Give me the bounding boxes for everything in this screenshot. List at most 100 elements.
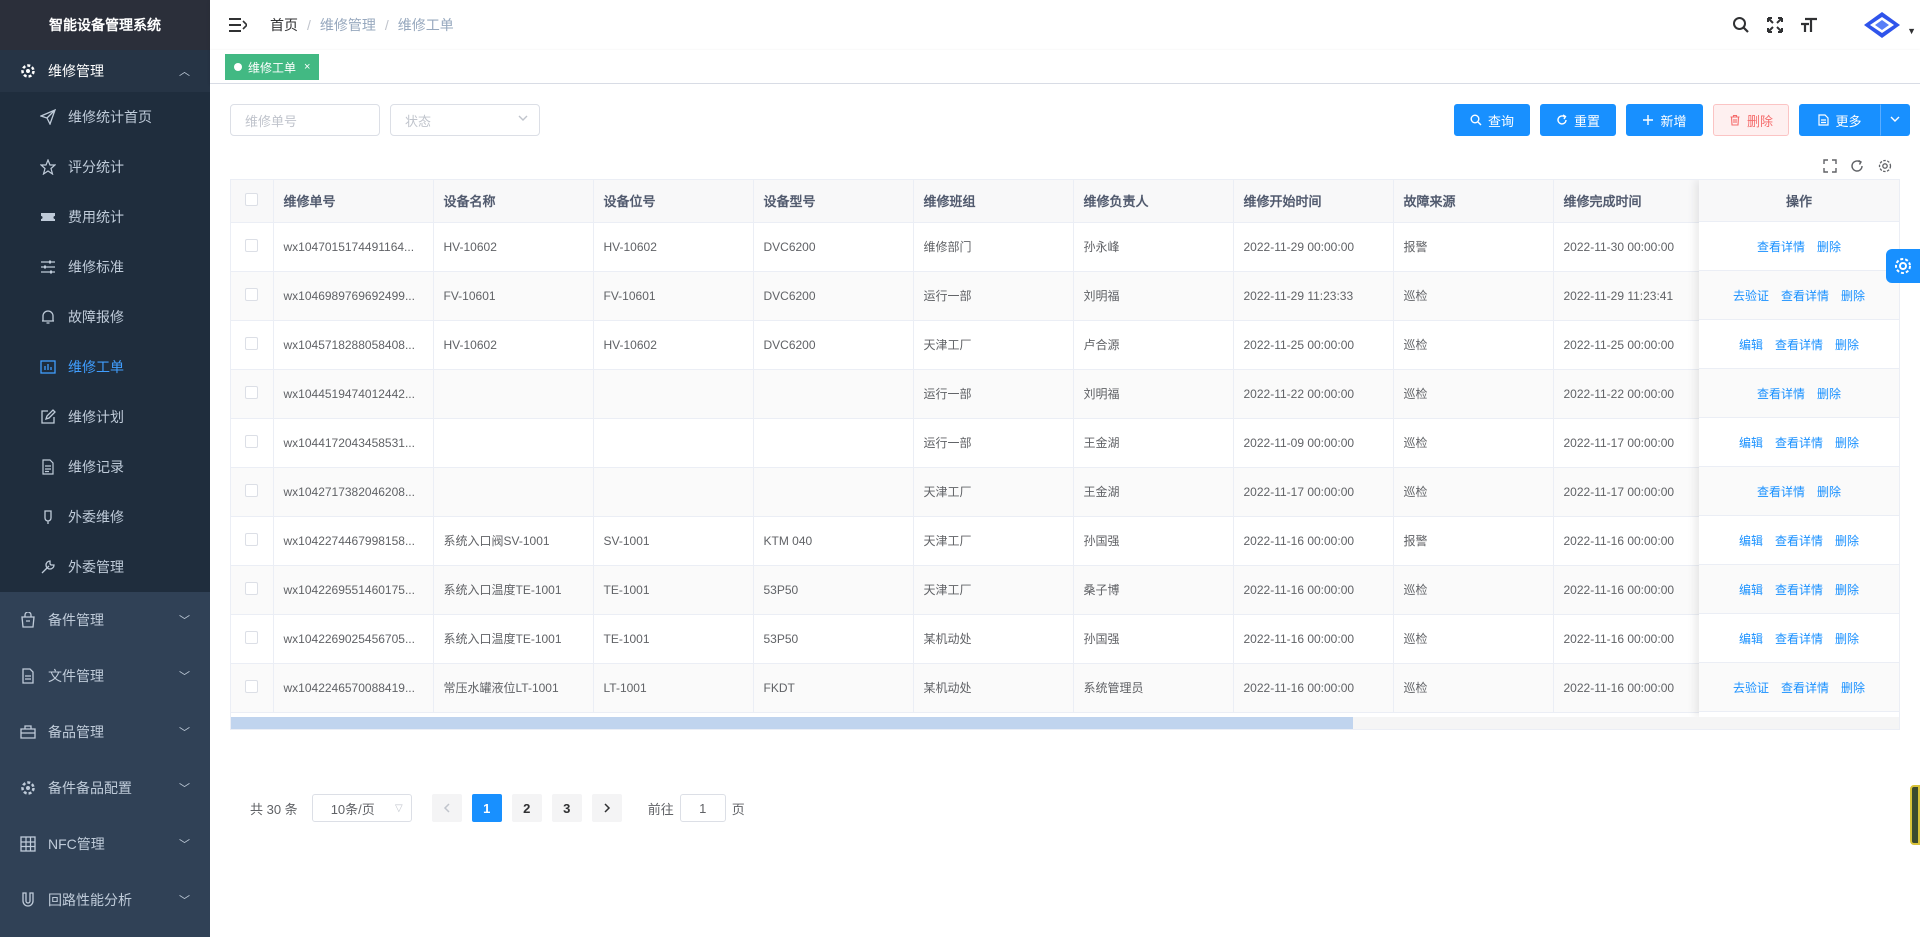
table-row[interactable]: wx1042246570088419... 常压水罐液位LT-1001 LT-100…: [231, 663, 1862, 713]
table-row[interactable]: wx1042269025456705... 系统入口温度TE-1001 TE-100…: [231, 614, 1862, 664]
tag-maintenance-order[interactable]: 维修工单 ×: [225, 54, 320, 80]
view-detail-link[interactable]: 查看详情: [1775, 434, 1823, 451]
delete-link[interactable]: 删除: [1835, 336, 1859, 353]
prev-page-button[interactable]: [431, 794, 462, 822]
row-checkbox[interactable]: [245, 630, 259, 644]
row-checkbox[interactable]: [245, 434, 259, 448]
close-icon[interactable]: ×: [304, 61, 310, 73]
more-dropdown-button[interactable]: [1880, 104, 1910, 136]
more-button[interactable]: 更多: [1799, 104, 1881, 136]
delete-link[interactable]: 删除: [1835, 630, 1859, 647]
view-detail-link[interactable]: 查看详情: [1775, 336, 1823, 353]
page-size-select[interactable]: 10条/页 ▽: [311, 794, 412, 822]
fullscreen-icon[interactable]: [1821, 157, 1839, 175]
menu-group-5[interactable]: 回路性能分析 ﹀: [0, 872, 210, 928]
sidebar-item-6[interactable]: 维修计划: [0, 392, 210, 442]
verify-link[interactable]: 去验证: [1733, 287, 1769, 304]
menu-group-1[interactable]: 文件管理 ﹀: [0, 648, 210, 704]
refresh-icon[interactable]: [1848, 157, 1866, 175]
view-detail-link[interactable]: 查看详情: [1757, 385, 1805, 402]
view-detail-link[interactable]: 查看详情: [1775, 532, 1823, 549]
delete-link[interactable]: 删除: [1835, 532, 1859, 549]
reset-button[interactable]: 重置: [1540, 104, 1616, 136]
view-detail-link[interactable]: 查看详情: [1775, 581, 1823, 598]
fullscreen-icon[interactable]: [1758, 0, 1792, 50]
table-row[interactable]: wx1044519474012442... 运行一部 刘明福 2022-11-22 0…: [231, 369, 1862, 419]
table-row[interactable]: wx1045718288058408... HV-10602 HV-10602 DVC…: [231, 320, 1862, 370]
delete-link[interactable]: 删除: [1841, 287, 1865, 304]
view-detail-link[interactable]: 查看详情: [1757, 483, 1805, 500]
edit-link[interactable]: 编辑: [1739, 336, 1763, 353]
hamburger-icon[interactable]: [226, 15, 250, 35]
table-row[interactable]: wx1042269551460175... 系统入口温度TE-1001 TE-100…: [231, 565, 1862, 615]
font-size-icon[interactable]: [1792, 0, 1826, 50]
sidebar-item-7[interactable]: 维修记录: [0, 442, 210, 492]
edit-link[interactable]: 编辑: [1739, 434, 1763, 451]
column-settings-icon[interactable]: [1876, 157, 1894, 175]
page-button[interactable]: 3: [551, 794, 582, 822]
row-checkbox[interactable]: [245, 483, 259, 497]
sidebar-item-9[interactable]: 外委管理: [0, 542, 210, 592]
table-cell: 孙国强: [1073, 516, 1234, 566]
view-detail-link[interactable]: 查看详情: [1757, 238, 1805, 255]
horizontal-scrollbar[interactable]: [231, 717, 1899, 729]
row-select-cell: [231, 614, 274, 664]
menu-group-maintenance[interactable]: 维修管理 ︿: [0, 50, 210, 92]
next-page-button[interactable]: [591, 794, 622, 822]
menu-group-2[interactable]: 备品管理 ﹀: [0, 704, 210, 760]
verify-link[interactable]: 去验证: [1733, 679, 1769, 696]
edit-link[interactable]: 编辑: [1739, 630, 1763, 647]
menu-group-0[interactable]: 备件管理 ﹀: [0, 592, 210, 648]
menu-group-4[interactable]: NFC管理 ﹀: [0, 816, 210, 872]
floating-widget[interactable]: [1910, 785, 1920, 845]
table-row[interactable]: wx1042717382046208... 天津工厂 王金湖 2022-11-17 0…: [231, 467, 1862, 517]
delete-link[interactable]: 删除: [1841, 679, 1865, 696]
query-button[interactable]: 查询: [1454, 104, 1530, 136]
status-select[interactable]: 状态: [390, 104, 540, 136]
page-button[interactable]: 2: [511, 794, 542, 822]
row-checkbox[interactable]: [245, 532, 259, 546]
delete-link[interactable]: 删除: [1817, 238, 1841, 255]
page-button[interactable]: 1: [471, 794, 502, 822]
row-checkbox[interactable]: [245, 581, 259, 595]
add-button[interactable]: 新增: [1626, 104, 1703, 136]
table-cell: KTM 040: [753, 516, 914, 566]
sidebar-item-8[interactable]: 外委维修: [0, 492, 210, 542]
breadcrumb-maintenance[interactable]: 维修管理: [320, 15, 376, 35]
delete-link[interactable]: 删除: [1835, 434, 1859, 451]
view-detail-link[interactable]: 查看详情: [1775, 630, 1823, 647]
search-icon[interactable]: [1724, 0, 1758, 50]
menu-group-3[interactable]: 备件备品配置 ﹀: [0, 760, 210, 816]
table-row[interactable]: wx1042274467998158... 系统入口阀SV-1001 SV-1001…: [231, 516, 1862, 566]
table-row[interactable]: wx1044172043458531... 运行一部 王金湖 2022-11-09 0…: [231, 418, 1862, 468]
table-row[interactable]: wx1047015174491164... HV-10602 HV-10602 DVC…: [231, 222, 1862, 272]
sidebar-item-1[interactable]: 评分统计: [0, 142, 210, 192]
avatar[interactable]: ▼: [1844, 0, 1920, 50]
select-all-checkbox[interactable]: [245, 192, 259, 206]
table-row[interactable]: wx1046989769692499... FV-10601 FV-10601 DVC…: [231, 271, 1862, 321]
sidebar-item-2[interactable]: 费用统计: [0, 192, 210, 242]
sidebar-item-3[interactable]: 维修标准: [0, 242, 210, 292]
order-no-input[interactable]: 维修单号: [230, 104, 380, 136]
sidebar-item-0[interactable]: 维修统计首页: [0, 92, 210, 142]
settings-gear-button[interactable]: [1886, 249, 1920, 283]
edit-link[interactable]: 编辑: [1739, 532, 1763, 549]
delete-link[interactable]: 删除: [1817, 385, 1841, 402]
row-checkbox[interactable]: [245, 287, 259, 301]
row-checkbox[interactable]: [245, 385, 259, 399]
row-checkbox[interactable]: [245, 679, 259, 693]
delete-link[interactable]: 删除: [1835, 581, 1859, 598]
delete-button[interactable]: 删除: [1713, 104, 1789, 136]
goto-page-input[interactable]: 1: [679, 794, 726, 822]
scrollbar-thumb[interactable]: [231, 717, 1353, 729]
sidebar-item-5[interactable]: 维修工单: [0, 342, 210, 392]
row-checkbox[interactable]: [245, 238, 259, 252]
sidebar-item-4[interactable]: 故障报修: [0, 292, 210, 342]
edit-link[interactable]: 编辑: [1739, 581, 1763, 598]
row-checkbox[interactable]: [245, 336, 259, 350]
breadcrumb-home[interactable]: 首页: [270, 15, 298, 35]
view-detail-link[interactable]: 查看详情: [1781, 287, 1829, 304]
table-cell: 桑子博: [1073, 565, 1234, 615]
view-detail-link[interactable]: 查看详情: [1781, 679, 1829, 696]
delete-link[interactable]: 删除: [1817, 483, 1841, 500]
